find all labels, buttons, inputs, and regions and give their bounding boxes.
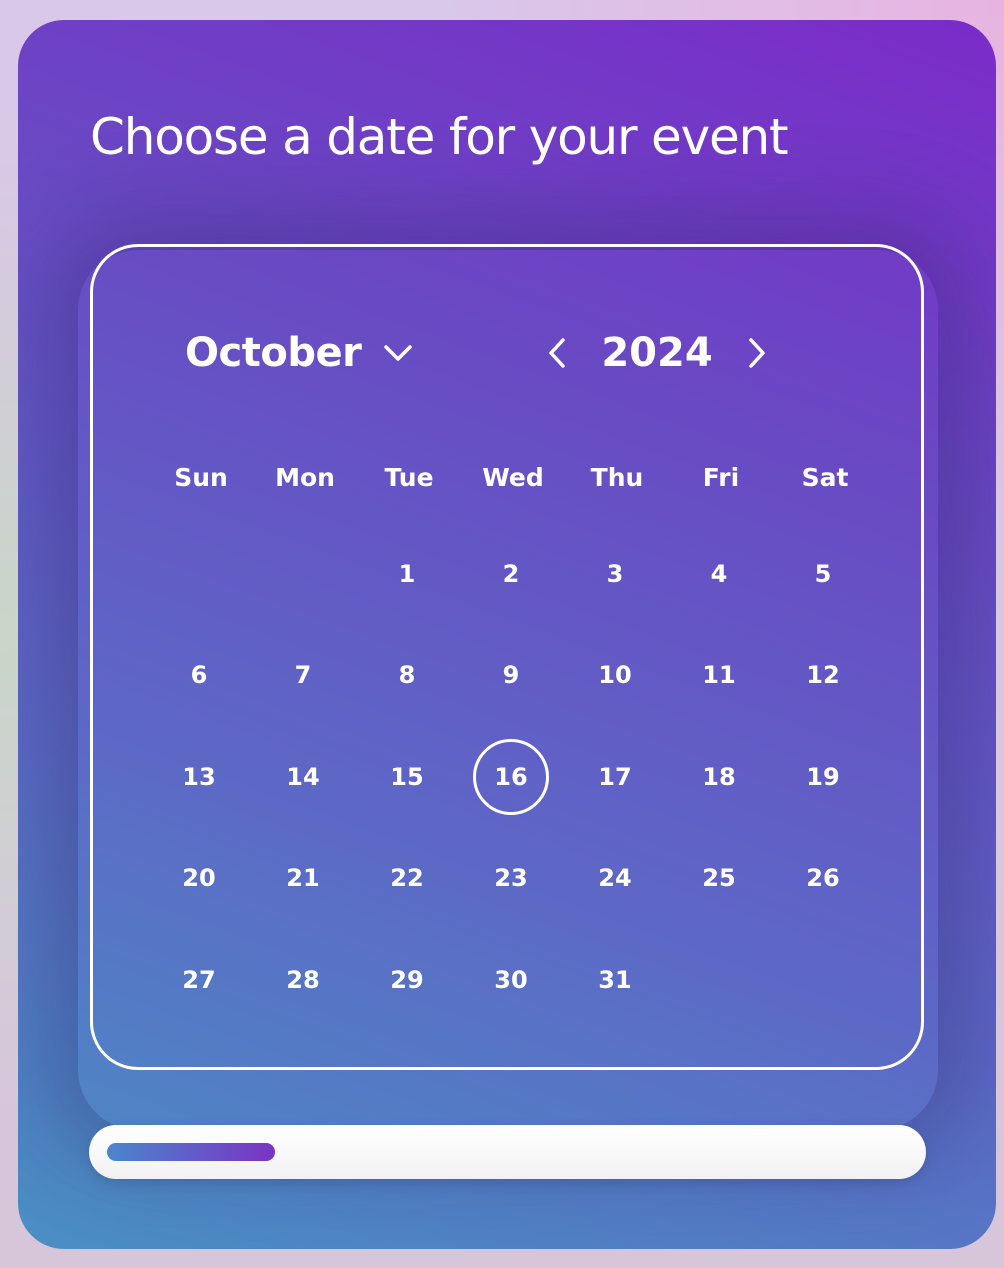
day-cell[interactable]: 8	[355, 625, 459, 727]
day-grid: 1 2 3 4 5 6 7 8 9 10 11 12 13 14 15 16 17 18 19 20 21 22 23 24 2…	[147, 523, 875, 1031]
day-cell[interactable]: 22	[355, 828, 459, 930]
year-navigator: 2024	[541, 327, 773, 379]
day-cell[interactable]: 24	[563, 828, 667, 930]
day-number: 5	[814, 559, 832, 588]
weekday-header-row: Sun Mon Tue Wed Thu Fri Sat	[147, 447, 875, 507]
day-number: 3	[606, 559, 624, 588]
day-cell[interactable]: 17	[563, 726, 667, 828]
year-label: 2024	[601, 330, 713, 376]
day-cell[interactable]: 6	[147, 625, 251, 727]
day-number: 15	[390, 762, 424, 791]
day-number: 11	[702, 661, 736, 690]
day-cell[interactable]: 23	[459, 828, 563, 930]
day-number: 24	[598, 864, 632, 893]
prev-year-button[interactable]	[541, 331, 573, 375]
day-cell[interactable]: 28	[251, 929, 355, 1031]
day-cell[interactable]: 13	[147, 726, 251, 828]
day-number: 21	[286, 864, 320, 893]
weekday-label: Thu	[590, 462, 644, 492]
day-cell[interactable]: 1	[355, 523, 459, 625]
day-cell[interactable]: 5	[771, 523, 875, 625]
day-cell[interactable]: 4	[667, 523, 771, 625]
chevron-left-icon	[549, 338, 565, 368]
weekday-label: Sat	[801, 462, 849, 492]
day-cell[interactable]: 9	[459, 625, 563, 727]
day-number: 17	[598, 762, 632, 791]
day-cell[interactable]: 31	[563, 929, 667, 1031]
day-number: 8	[398, 661, 416, 690]
day-cell[interactable]: 19	[771, 726, 875, 828]
page-title: Choose a date for your event	[90, 108, 789, 166]
day-number: 25	[702, 864, 736, 893]
day-number: 6	[190, 661, 208, 690]
day-cell[interactable]: 27	[147, 929, 251, 1031]
calendar-panel: October 2024 Sun Mon Tue Wed Thu Fri Sat…	[90, 244, 924, 1070]
day-number: 18	[702, 762, 736, 791]
day-cell[interactable]: 11	[667, 625, 771, 727]
day-number: 16	[473, 738, 549, 815]
day-cell[interactable]: 7	[251, 625, 355, 727]
day-number: 30	[494, 965, 528, 994]
day-cell[interactable]: 15	[355, 726, 459, 828]
empty-day-cell	[147, 523, 251, 625]
next-year-button[interactable]	[741, 331, 773, 375]
chevron-down-icon	[384, 345, 413, 361]
progress-bar-fill	[107, 1143, 275, 1161]
day-cell[interactable]: 21	[251, 828, 355, 930]
weekday-label: Tue	[384, 462, 434, 492]
day-number: 14	[286, 762, 320, 791]
day-number: 4	[710, 559, 728, 588]
weekday-label: Sun	[174, 462, 228, 492]
day-cell[interactable]: 14	[251, 726, 355, 828]
weekday-label: Mon	[275, 462, 335, 492]
month-dropdown[interactable]: October	[185, 327, 413, 379]
day-number: 22	[390, 864, 424, 893]
day-number: 29	[390, 965, 424, 994]
weekday-label: Fri	[702, 462, 740, 492]
day-number: 10	[598, 661, 632, 690]
day-number: 26	[806, 864, 840, 893]
day-cell[interactable]: 29	[355, 929, 459, 1031]
day-number: 20	[182, 864, 216, 893]
day-number: 9	[502, 661, 520, 690]
day-number: 27	[182, 965, 216, 994]
day-cell[interactable]: 18	[667, 726, 771, 828]
weekday-label: Wed	[482, 462, 544, 492]
day-cell[interactable]: 20	[147, 828, 251, 930]
day-number: 23	[494, 864, 528, 893]
day-cell[interactable]: 12	[771, 625, 875, 727]
empty-day-cell	[251, 523, 355, 625]
day-cell[interactable]: 30	[459, 929, 563, 1031]
day-cell[interactable]: 25	[667, 828, 771, 930]
day-number: 2	[502, 559, 520, 588]
day-number: 31	[598, 965, 632, 994]
day-number: 19	[806, 762, 840, 791]
day-cell[interactable]: 3	[563, 523, 667, 625]
day-cell[interactable]: 26	[771, 828, 875, 930]
day-cell[interactable]: 10	[563, 625, 667, 727]
day-number: 1	[398, 559, 416, 588]
day-number: 12	[806, 661, 840, 690]
day-number: 7	[294, 661, 312, 690]
date-picker-card: Choose a date for your event October 202…	[18, 20, 996, 1249]
day-cell[interactable]: 2	[459, 523, 563, 625]
progress-bar	[89, 1125, 926, 1179]
day-cell-selected[interactable]: 16	[459, 726, 563, 828]
day-number: 28	[286, 965, 320, 994]
calendar-grid: Sun Mon Tue Wed Thu Fri Sat 1 2 3 4 5 6 7 8 9 10 1…	[147, 447, 875, 1031]
chevron-right-icon	[749, 338, 765, 368]
day-number: 13	[182, 762, 216, 791]
month-label: October	[185, 330, 362, 376]
